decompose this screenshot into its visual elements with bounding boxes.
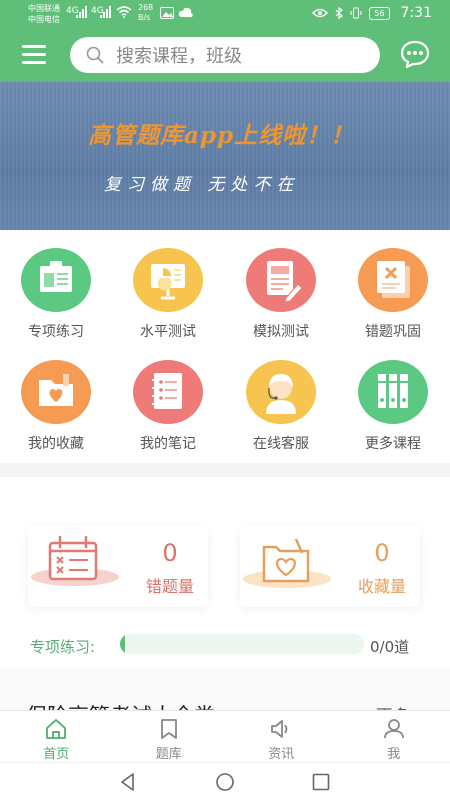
favorites-count-label: 收藏量 [357,577,406,596]
grid-label: 更多课程 [365,436,421,452]
banner-title: 高管题库app上线啦！！ [88,122,355,149]
nav-label: 我 [387,747,401,762]
course-section-title: 保险高管考试大全类 [26,700,215,710]
favorites-count-card[interactable]: 0 收藏量 [240,525,420,607]
calendar-wrong-icon [31,535,119,586]
wrong-count-value: 0 [162,539,178,567]
grid-item-level-test[interactable]: 水平测试 [112,248,224,341]
recent-apps-icon[interactable] [311,772,331,792]
grid-item-my-notes[interactable]: 我的笔记 [112,360,224,453]
bluetooth-icon [335,7,344,19]
grid-item-topic-practice[interactable]: 专项练习 [0,248,112,341]
home-icon [46,719,67,739]
notes-list-icon [133,360,203,424]
grid-label: 在线客服 [253,436,309,452]
user-icon [383,719,404,739]
status-bar: 中国联通 中国电信 4G 4G 268 B/s 56 7:31 [0,0,450,28]
practice-progress-value: 0/0道 [370,638,410,656]
grid-item-mock-test[interactable]: 模拟测试 [225,248,337,341]
banner-subtitle: 复习做题 无处不在 [104,175,300,195]
speaker-icon [271,720,288,738]
practice-progress-label: 专项练习: [30,638,96,656]
promo-banner[interactable]: 高管题库app上线啦！！ 复习做题 无处不在 [0,82,450,230]
app-header: 搜索课程，班级 [0,28,450,82]
nav-item-question-bank[interactable]: 题库 [113,711,226,762]
heart-folder-icon [21,360,91,424]
weather-cloud-icon [178,7,193,17]
practice-progress-fill [120,634,125,654]
binders-icon [358,360,428,424]
wrong-answer-icon [358,248,428,312]
signal-bars-icon [76,6,87,18]
carrier-info: 中国联通 中国电信 [28,3,60,25]
network-speed-value: 268 [138,3,154,12]
nav-label: 首页 [43,747,70,762]
grid-item-online-service[interactable]: 在线客服 [225,360,337,453]
status-right-group: 56 7:31 [312,5,432,21]
carrier-1: 中国联通 [28,4,60,13]
system-nav-bar [0,762,450,800]
grid-label: 水平测试 [140,324,196,340]
grid-label: 我的收藏 [28,436,84,452]
nav-item-home[interactable]: 首页 [0,711,113,762]
practice-progress-bar [120,634,364,654]
grid-label: 错题巩固 [365,324,421,340]
board-icon [21,248,91,312]
course-section: 保险高管考试大全类 更多> [0,668,450,710]
search-input[interactable]: 搜索课程，班级 [70,37,380,73]
nav-label: 题库 [155,747,182,762]
search-placeholder: 搜索课程，班级 [116,46,242,67]
grid-item-my-favorites[interactable]: 我的收藏 [0,360,112,453]
carrier-2: 中国电信 [28,15,60,24]
grid-label: 模拟测试 [253,324,309,340]
section-divider [0,463,450,477]
grid-label: 专项练习 [28,324,84,340]
nav-item-news[interactable]: 资讯 [225,711,338,762]
document-edit-icon [246,248,316,312]
wrong-count-card[interactable]: 0 错题量 [28,525,208,607]
notification-image-icon [160,7,174,19]
presentation-chart-icon [133,248,203,312]
course-more-link[interactable]: 更多> [376,702,424,710]
search-icon [86,46,104,64]
battery-indicator: 56 [369,6,390,20]
vibrate-icon [350,7,362,19]
grid-item-wrong-review[interactable]: 错题巩固 [337,248,449,341]
wrong-count-label: 错题量 [145,577,194,596]
grid-label: 我的笔记 [140,436,196,452]
network-speed-unit: B/s [138,13,151,22]
favorites-count-value: 0 [374,539,390,567]
wifi-icon [116,6,132,18]
signal-bars-icon [100,6,111,18]
nav-item-me[interactable]: 我 [338,711,450,762]
back-icon[interactable] [118,772,138,792]
network-speed: 268 B/s [138,3,153,23]
customer-service-icon [246,360,316,424]
nav-label: 资讯 [268,747,295,762]
home-button-icon[interactable] [215,772,235,792]
heart-folder-icon [243,538,331,588]
eye-icon [312,8,329,18]
menu-icon[interactable] [22,44,46,64]
bottom-nav: 首页 题库 资讯 我 [0,710,450,762]
message-icon[interactable] [400,40,430,68]
bookmark-icon [160,719,177,739]
clock: 7:31 [400,5,432,21]
grid-item-more-courses[interactable]: 更多课程 [337,360,449,453]
